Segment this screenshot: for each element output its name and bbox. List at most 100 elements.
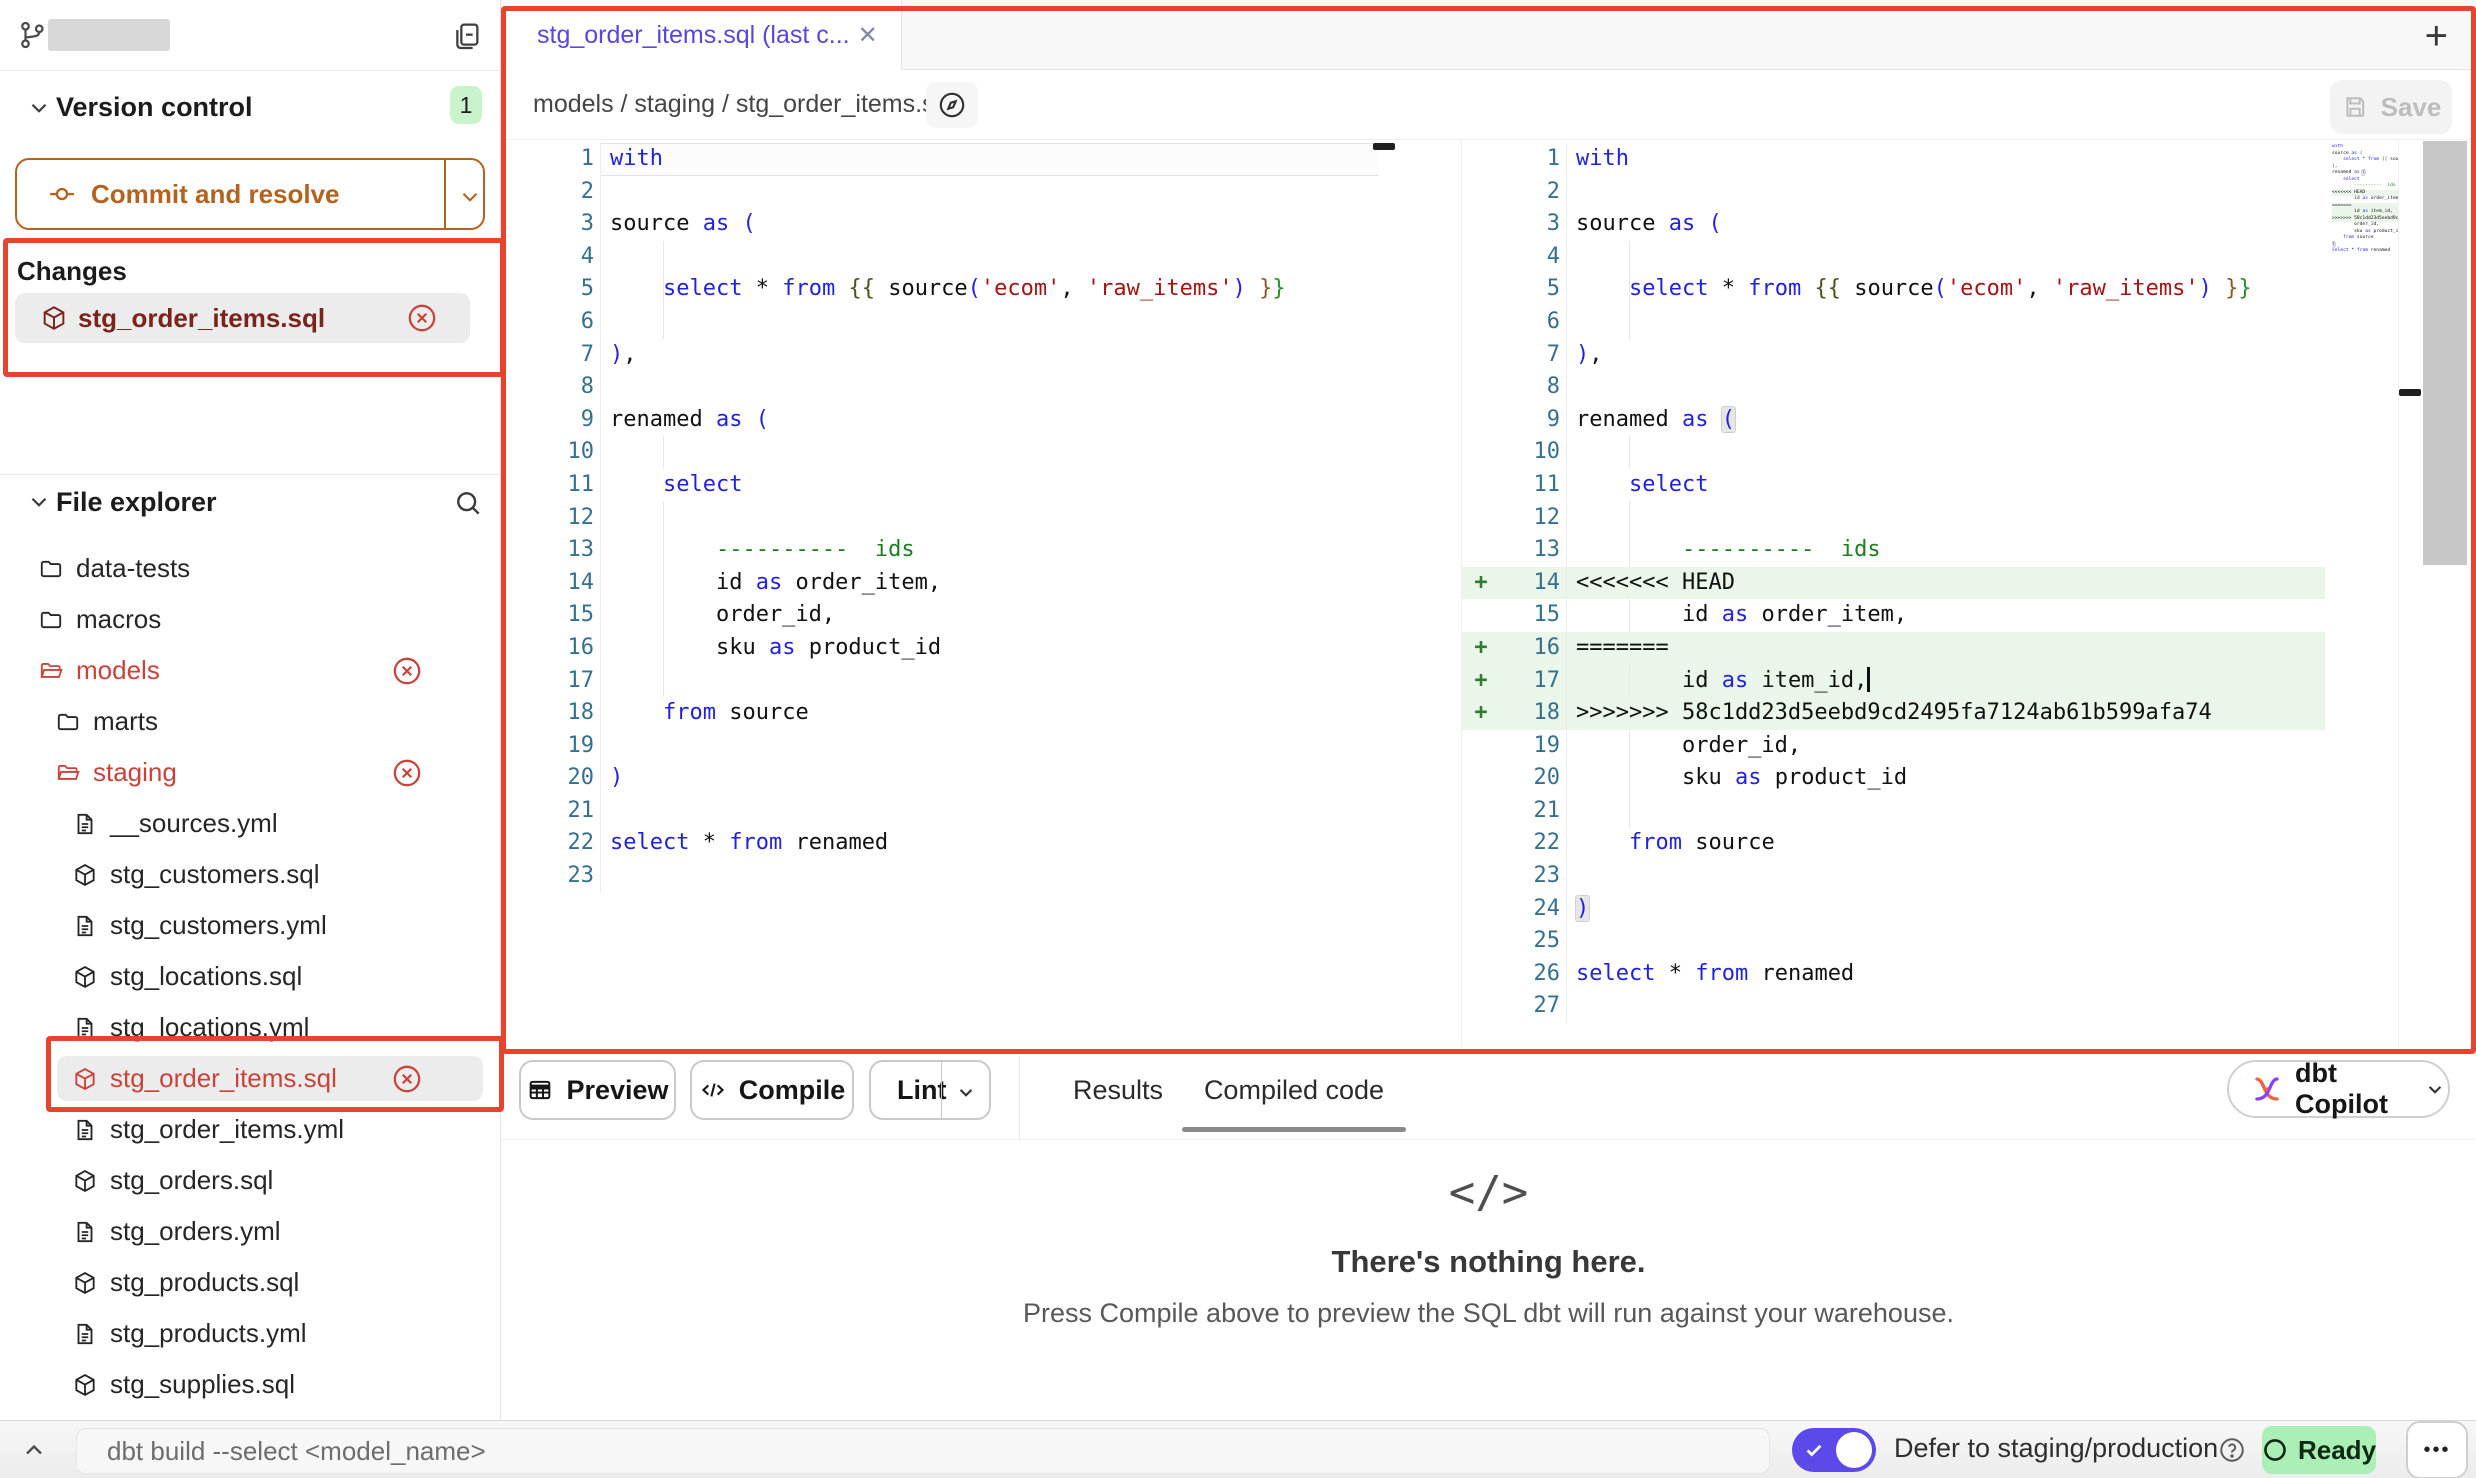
copy-file-icon[interactable] — [450, 20, 482, 52]
active-tab-underline — [1182, 1127, 1406, 1132]
help-icon[interactable] — [2217, 1435, 2247, 1465]
commit-dropdown-chevron-icon[interactable] — [457, 184, 483, 210]
tab-stg-order-items[interactable]: stg_order_items.sql (last c... ✕ — [507, 0, 902, 70]
compass-icon[interactable] — [926, 82, 978, 128]
code-line-7: 7), — [505, 339, 1378, 372]
right-scrollbar-thumb[interactable] — [2399, 389, 2421, 396]
model-cube-icon — [40, 304, 68, 332]
preview-button[interactable]: Preview — [519, 1060, 676, 1120]
search-icon[interactable] — [452, 487, 484, 519]
folder-icon — [55, 709, 81, 735]
file-tree-item-stg_order_items.sql[interactable]: stg_order_items.sql — [0, 1053, 500, 1104]
dbt-ide-app: Version control 1 Commit and resolve Cha… — [0, 0, 2476, 1478]
changes-count-badge: 1 — [450, 86, 482, 124]
lint-button[interactable]: Lint — [869, 1060, 991, 1120]
commit-button-divider — [444, 160, 446, 228]
file-tree-item-label: stg_supplies.sql — [110, 1369, 295, 1400]
tab-close-icon[interactable]: ✕ — [858, 21, 878, 50]
file-tree-item-label: models — [76, 655, 160, 686]
discard-change-icon[interactable] — [390, 756, 424, 790]
code-line-14: 14 id as order_item, — [505, 567, 1378, 600]
code-line-6: 6 — [1462, 306, 2325, 339]
copilot-dropdown-chevron-icon[interactable] — [2422, 1076, 2448, 1102]
file-tree-item-stg_locations.yml[interactable]: stg_locations.yml — [0, 1002, 500, 1053]
folder-open-icon — [38, 658, 64, 684]
doc-icon — [72, 1321, 98, 1347]
save-button[interactable]: Save — [2330, 80, 2452, 134]
file-tree-item-stg_supplies.sql[interactable]: stg_supplies.sql — [0, 1359, 500, 1410]
toggle-knob — [1836, 1432, 1872, 1468]
defer-label: Defer to staging/production — [1894, 1433, 2218, 1464]
chevron-up-icon[interactable] — [20, 1436, 48, 1464]
compile-label: Compile — [739, 1075, 846, 1106]
file-tree-item-label: stg_order_items.sql — [110, 1063, 337, 1094]
defer-toggle[interactable] — [1792, 1428, 1876, 1472]
tab-compiled-code[interactable]: Compiled code — [1182, 1075, 1406, 1106]
file-tree-item-marts[interactable]: marts — [0, 696, 500, 747]
more-options-button[interactable]: ••• — [2406, 1421, 2468, 1478]
new-tab-button[interactable]: + — [2425, 14, 2448, 59]
file-tree-item-label: stg_locations.yml — [110, 1012, 309, 1043]
command-input[interactable] — [76, 1428, 1770, 1474]
file-tree-item-models[interactable]: models — [0, 645, 500, 696]
code-line-6: 6 — [505, 306, 1378, 339]
file-tree-item-stg_orders.sql[interactable]: stg_orders.sql — [0, 1155, 500, 1206]
ready-status-badge[interactable]: Ready — [2262, 1426, 2376, 1474]
lint-dropdown-chevron-icon[interactable] — [953, 1079, 979, 1105]
left-scrollbar-thumb[interactable] — [1373, 143, 1395, 150]
discard-change-icon[interactable] — [390, 654, 424, 688]
file-tree-item-label: stg_customers.yml — [110, 910, 327, 941]
doc-icon — [72, 1117, 98, 1143]
file-tree-item-macros[interactable]: macros — [0, 594, 500, 645]
code-slash-icon: </> — [501, 1167, 2476, 1218]
file-tree-item-staging[interactable]: staging — [0, 747, 500, 798]
lint-split-divider — [941, 1062, 942, 1118]
folder-icon — [38, 607, 64, 633]
branch-name-placeholder[interactable] — [48, 19, 170, 51]
results-panel: Preview Compile Lint Results Compiled co… — [501, 1047, 2476, 1420]
file-tree-item-stg_customers.sql[interactable]: stg_customers.sql — [0, 849, 500, 900]
compile-button[interactable]: Compile — [690, 1060, 854, 1120]
file-tree-item-stg_locations.sql[interactable]: stg_locations.sql — [0, 951, 500, 1002]
discard-change-icon[interactable] — [405, 301, 439, 335]
code-line-27: 27 — [1462, 990, 2325, 1023]
ready-label: Ready — [2298, 1435, 2376, 1466]
minimap[interactable]: withsource as ( select * from {{ source(… — [2332, 144, 2398, 326]
changes-label: Changes — [17, 256, 127, 287]
cube-icon — [72, 1168, 98, 1194]
code-line-12: 12 — [505, 502, 1378, 535]
code-line-17: 17 — [505, 665, 1378, 698]
diff-editor: 1with23source as (45 select * from {{ so… — [501, 140, 2476, 1047]
file-tree-item-data-tests[interactable]: data-tests — [0, 543, 500, 594]
code-line-23: 23 — [505, 860, 1378, 893]
file-tree-item-stg_order_items.yml[interactable]: stg_order_items.yml — [0, 1104, 500, 1155]
chevron-down-icon[interactable] — [26, 489, 52, 515]
file-tree: data-testsmacros models martsstaging__sour… — [0, 543, 500, 1410]
code-line-11: 11 select — [1462, 469, 2325, 502]
overview-scrollbar-thumb[interactable] — [2423, 141, 2467, 565]
tab-results[interactable]: Results — [1073, 1075, 1163, 1106]
file-tree-item-stg_products.yml[interactable]: stg_products.yml — [0, 1308, 500, 1359]
file-tree-item-label: stg_orders.yml — [110, 1216, 281, 1247]
commit-button-label: Commit and resolve — [91, 179, 340, 210]
file-tree-item-__sources.yml[interactable]: __sources.yml — [0, 798, 500, 849]
code-line-16: +16======= — [1462, 632, 2325, 665]
sidebar: Version control 1 Commit and resolve Cha… — [0, 0, 501, 1420]
file-tree-item-stg_customers.yml[interactable]: stg_customers.yml — [0, 900, 500, 951]
commit-and-resolve-button[interactable]: Commit and resolve — [15, 158, 485, 230]
discard-change-icon[interactable] — [390, 1062, 424, 1096]
empty-state: </> There's nothing here. Press Compile … — [501, 1167, 2476, 1329]
editor-pane-original[interactable]: 1with23source as (45 select * from {{ so… — [505, 140, 1378, 893]
commit-icon — [47, 179, 77, 209]
file-tree-item-label: stg_order_items.yml — [110, 1114, 344, 1145]
file-tree-item-stg_products.sql[interactable]: stg_products.sql — [0, 1257, 500, 1308]
changes-file-row[interactable]: stg_order_items.sql — [15, 293, 470, 343]
doc-icon — [72, 811, 98, 837]
file-tree-item-stg_orders.yml[interactable]: stg_orders.yml — [0, 1206, 500, 1257]
editor-pane-current[interactable]: 1with23source as (45 select * from {{ so… — [1462, 140, 2325, 1023]
code-line-21: 21 — [1462, 795, 2325, 828]
version-control-title: Version control — [56, 92, 253, 123]
dbt-copilot-button[interactable]: dbt Copilot — [2227, 1060, 2450, 1118]
chevron-down-icon[interactable] — [26, 95, 52, 121]
tab-label: stg_order_items.sql (last c... — [537, 21, 850, 50]
